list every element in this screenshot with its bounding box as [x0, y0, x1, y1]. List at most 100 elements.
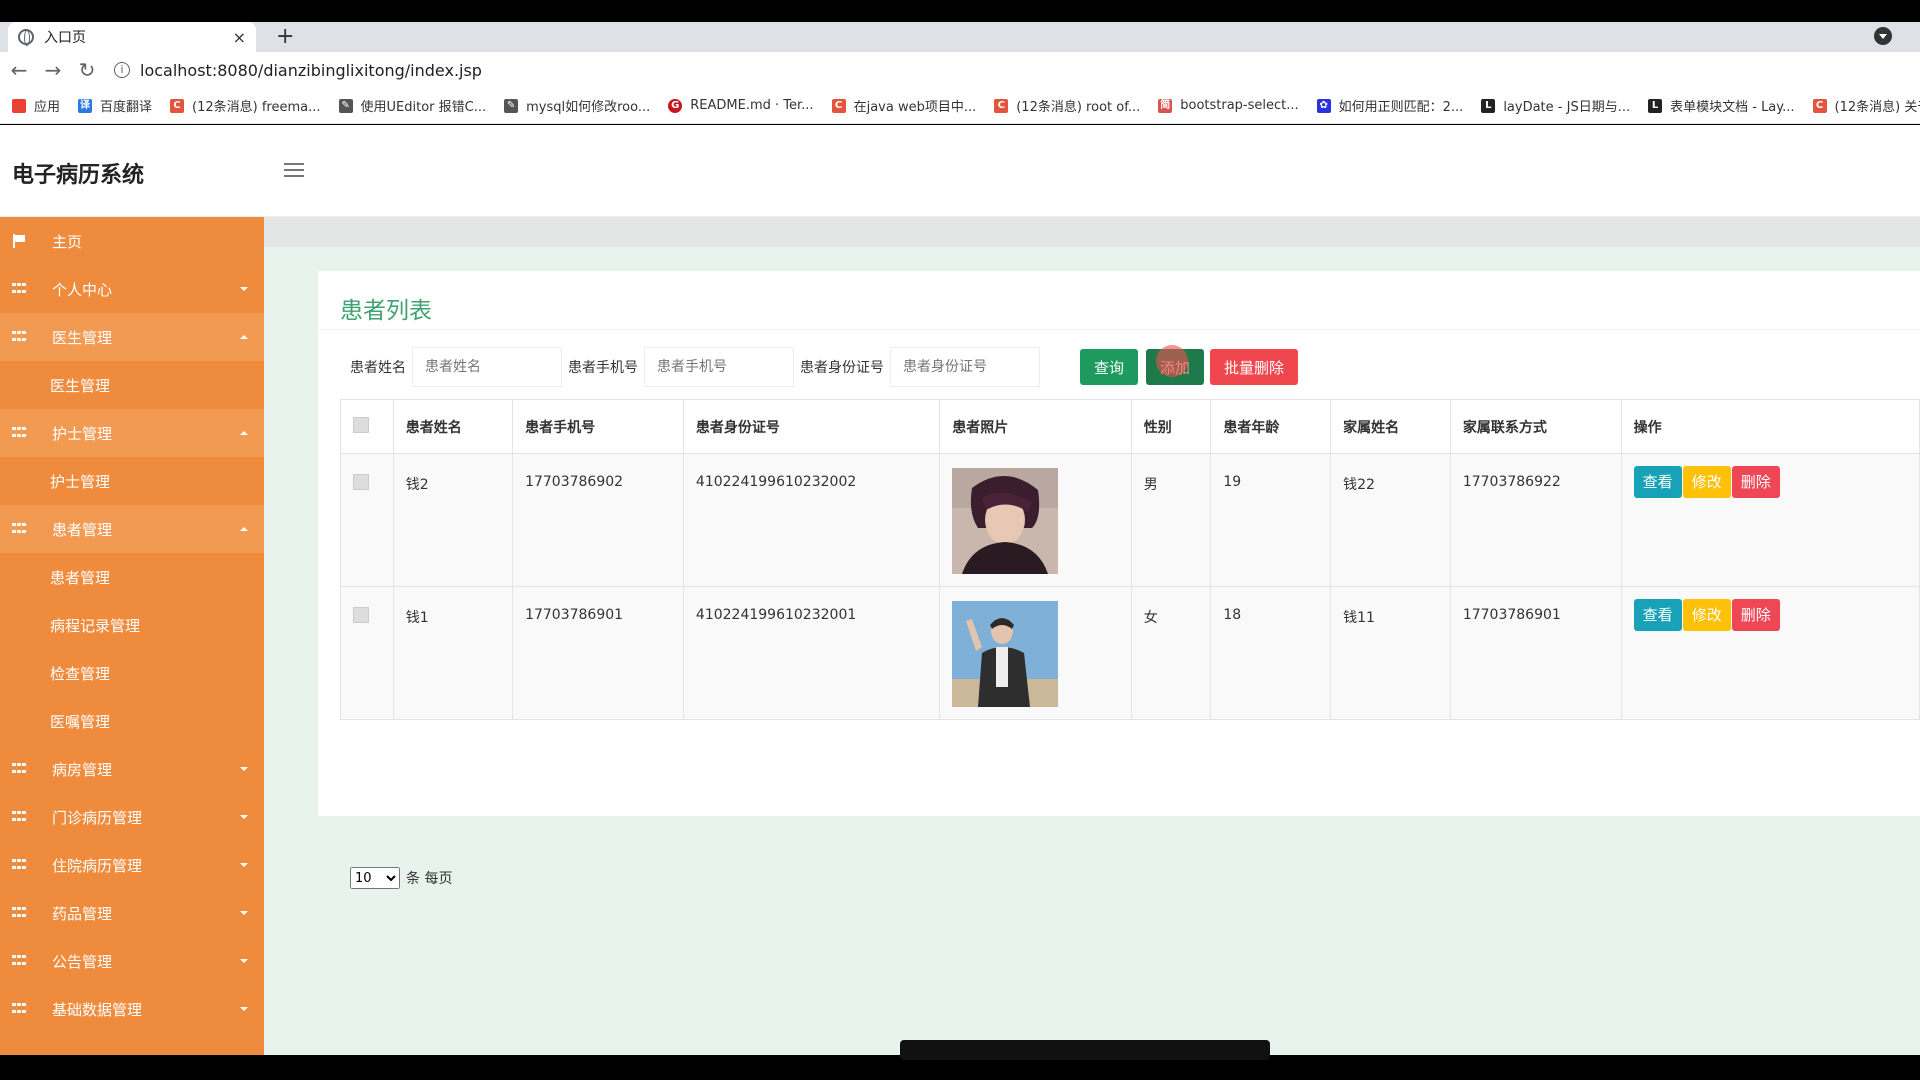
row-checkbox[interactable] — [353, 474, 369, 490]
sidebar-item-notice[interactable]: 公告管理 — [0, 937, 264, 985]
back-icon[interactable]: ← — [4, 58, 34, 82]
bookmark-item[interactable]: ✎ mysql如何修改roo... — [504, 96, 650, 115]
cell-gender: 男 — [1130, 453, 1212, 587]
patient-name-input[interactable] — [412, 347, 562, 387]
video-caption-overlay — [900, 1040, 1270, 1060]
sidebar-item-label: 住院病历管理 — [52, 856, 143, 875]
sidebar-item-medicine[interactable]: 药品管理 — [0, 889, 264, 937]
bookmark-label: 在java web项目中... — [853, 100, 977, 115]
page-title: 患者列表 — [340, 298, 432, 324]
sidebar-item-doctor[interactable]: 医生管理 — [0, 313, 264, 361]
sidebar-item-label: 个人中心 — [52, 280, 113, 299]
select-all-checkbox[interactable] — [353, 416, 369, 433]
add-button[interactable]: 添加 — [1146, 345, 1205, 385]
delete-button[interactable]: 删除 — [1731, 599, 1780, 631]
patient-photo — [952, 468, 1059, 574]
row-checkbox[interactable] — [353, 607, 369, 623]
sidebar-item-inpatient-record[interactable]: 住院病历管理 — [0, 841, 264, 889]
cell-family-phone: 17703786922 — [1449, 453, 1622, 587]
search-form: 患者姓名 患者手机号 患者身份证号 查询 添加 批量删除 — [350, 345, 1299, 387]
reload-icon[interactable]: ↻ — [72, 58, 102, 82]
grid-icon — [12, 859, 26, 871]
tab-search-icon[interactable] — [1874, 27, 1892, 45]
sidebar-subitem-doctor[interactable]: 医生管理 — [0, 361, 264, 409]
jianshu-icon: 简 — [1158, 98, 1173, 113]
grid-icon — [12, 331, 26, 343]
chevron-down-icon — [240, 911, 248, 915]
cell-name: 钱1 — [392, 586, 514, 720]
grid-icon — [12, 955, 26, 967]
chevron-down-icon — [240, 287, 248, 291]
sidebar-item-personal-center[interactable]: 个人中心 — [0, 265, 264, 313]
sidebar-subitem-progress-record[interactable]: 病程记录管理 — [0, 601, 264, 649]
menu-toggle-icon[interactable] — [284, 163, 304, 179]
edit-button[interactable]: 修改 — [1682, 599, 1731, 631]
sidebar-subitem-doctor-order[interactable]: 医嘱管理 — [0, 697, 264, 745]
sidebar-item-nurse[interactable]: 护士管理 — [0, 409, 264, 457]
bookmark-item[interactable]: ✿ 如何用正则匹配：2... — [1316, 96, 1463, 115]
page-size-suffix: 条 每页 — [406, 871, 453, 887]
chevron-up-icon — [240, 335, 248, 339]
browser-tab[interactable]: 入口页 × — [8, 22, 256, 52]
bookmark-item[interactable]: G README.md · Ter... — [668, 98, 814, 113]
cell-family-name: 钱11 — [1330, 586, 1451, 720]
url-field[interactable]: i localhost:8080/dianzibinglixitong/inde… — [114, 55, 1920, 85]
cell-family-phone: 17703786901 — [1449, 586, 1622, 720]
sidebar-item-base-data[interactable]: 基础数据管理 — [0, 985, 264, 1033]
bookmark-label: (12条消息) 关于la — [1834, 100, 1920, 115]
bookmark-item[interactable]: ✎ 使用UEditor 报错C... — [338, 96, 487, 115]
cell-actions: 查看 修改 删除 — [1620, 586, 1920, 720]
patient-id-label: 患者身份证号 — [800, 360, 884, 376]
app-header: 电子病历系统 — [0, 125, 1920, 217]
query-button[interactable]: 查询 — [1080, 349, 1139, 385]
forward-icon[interactable]: → — [38, 58, 68, 82]
pagination: 10 条 每页 — [350, 867, 452, 889]
bookmark-item[interactable]: C (12条消息) freema... — [170, 96, 321, 115]
sidebar-subitem-examination[interactable]: 检查管理 — [0, 649, 264, 697]
bookmark-item[interactable]: C 在java web项目中... — [831, 96, 977, 115]
bookmark-item[interactable]: C (12条消息) 关于la — [1812, 96, 1920, 115]
pen-icon: ✎ — [338, 98, 353, 113]
sidebar-item-home[interactable]: 主页 — [0, 217, 264, 265]
edit-button[interactable]: 修改 — [1682, 466, 1731, 498]
globe-icon — [18, 29, 34, 46]
pen-icon: ✎ — [504, 98, 519, 113]
sidebar-item-ward[interactable]: 病房管理 — [0, 745, 264, 793]
bookmark-item[interactable]: 译百度翻译 — [78, 96, 152, 115]
bookmark-item[interactable]: 应用 — [12, 96, 60, 115]
sidebar-item-outpatient-record[interactable]: 门诊病历管理 — [0, 793, 264, 841]
page-size-select[interactable]: 10 — [350, 867, 400, 889]
column-header: 家属姓名 — [1330, 399, 1451, 454]
bookmark-item[interactable]: L 表单模块文档 - Lay... — [1648, 96, 1795, 115]
new-tab-button[interactable]: + — [276, 22, 294, 52]
sidebar-item-label: 医生管理 — [52, 328, 113, 347]
bookmark-label: 百度翻译 — [100, 100, 153, 115]
baidu-paw-icon: ✿ — [1316, 98, 1331, 113]
sidebar-subitem-nurse[interactable]: 护士管理 — [0, 457, 264, 505]
patient-photo — [952, 601, 1059, 707]
layui-icon: L — [1648, 98, 1663, 113]
sidebar-item-patient[interactable]: 患者管理 — [0, 505, 264, 553]
sidebar-item-label: 药品管理 — [52, 904, 113, 923]
close-icon[interactable]: × — [233, 28, 246, 47]
bookmark-label: 使用UEditor 报错C... — [360, 100, 487, 115]
view-button[interactable]: 查看 — [1633, 599, 1682, 631]
sidebar-subitem-patient[interactable]: 患者管理 — [0, 553, 264, 601]
delete-button[interactable]: 删除 — [1731, 466, 1780, 498]
bookmark-item[interactable]: 简 bootstrap-select... — [1158, 98, 1299, 113]
patient-phone-input[interactable] — [644, 347, 794, 387]
table-header-row: 患者姓名 患者手机号 患者身份证号 患者照片 性别 患者年龄 家属姓名 家属联系… — [340, 399, 1920, 454]
cell-name: 钱2 — [392, 453, 514, 587]
select-all-cell — [340, 399, 394, 454]
patient-id-input[interactable] — [890, 347, 1040, 387]
info-icon[interactable]: i — [114, 62, 130, 78]
view-button[interactable]: 查看 — [1633, 466, 1682, 498]
bookmark-item[interactable]: LlayDate - JS日期与... — [1481, 96, 1630, 115]
app-root: 电子病历系统 主页 个人中心 医生管理 医生管理 护士管理 护士管理 患者管理 — [0, 125, 1920, 1055]
tab-title: 入口页 — [44, 30, 86, 46]
bookmark-label: 表单模块文档 - Lay... — [1670, 100, 1795, 115]
bookmark-item[interactable]: C (12条消息) root of... — [994, 96, 1140, 115]
batch-delete-button[interactable]: 批量删除 — [1210, 349, 1299, 385]
url-text: localhost:8080/dianzibinglixitong/index.… — [140, 60, 482, 80]
row-select-cell — [340, 453, 394, 587]
